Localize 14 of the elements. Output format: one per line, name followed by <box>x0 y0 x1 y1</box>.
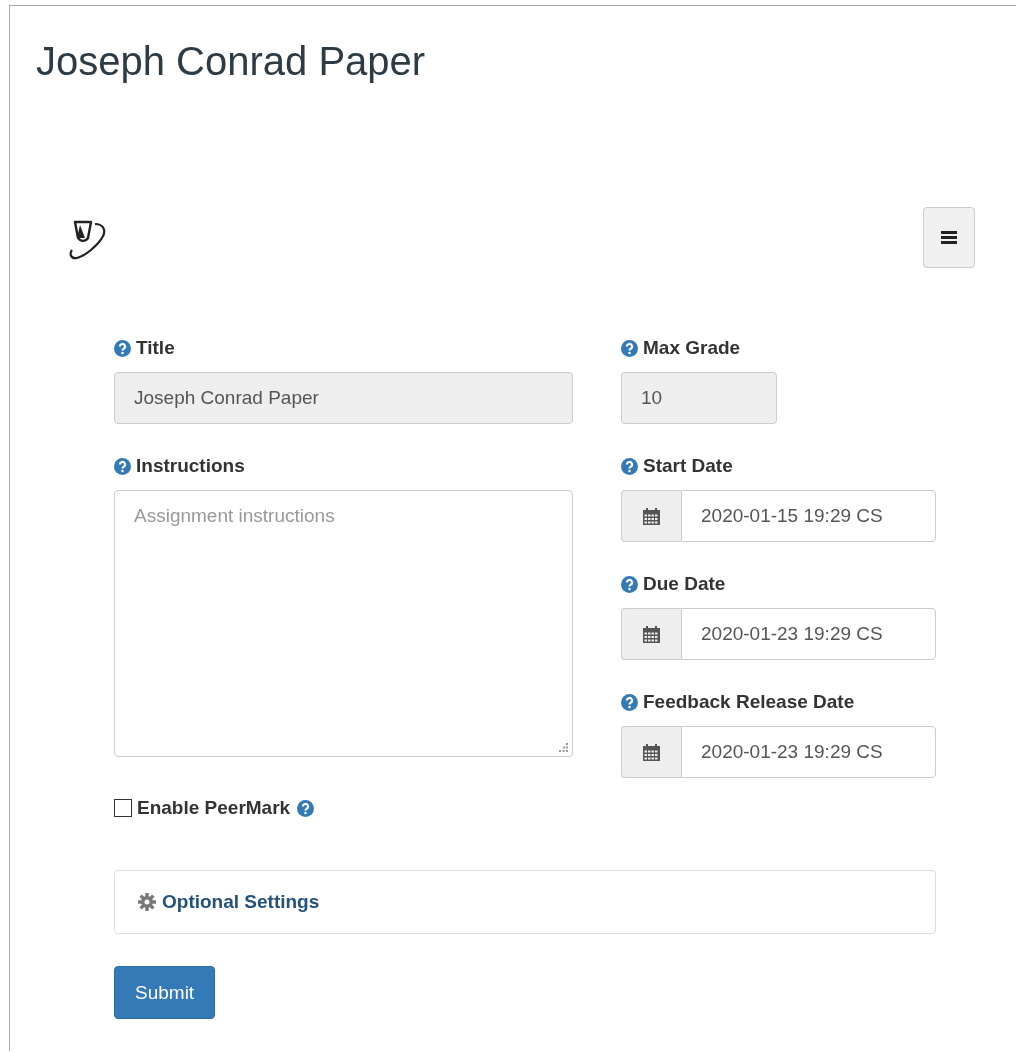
page-title: Joseph Conrad Paper <box>36 38 426 85</box>
checkbox-label[interactable]: Enable PeerMark <box>137 797 291 819</box>
date-field[interactable]: 2020-01-15 19:29 CS <box>681 490 936 542</box>
date-field[interactable]: 2020-01-23 19:29 CS <box>681 726 936 778</box>
field-label: Instructions <box>136 455 245 477</box>
submit-button[interactable]: Submit <box>114 966 216 1019</box>
optional-settings-link[interactable]: Optional Settings <box>162 891 320 913</box>
settings-panel[interactable]: Optional Settings <box>114 870 936 934</box>
field-label: Title <box>136 337 175 359</box>
field-label: Max Grade <box>643 337 741 359</box>
field-label: Due Date <box>643 573 726 595</box>
field-label: Start Date <box>643 455 733 477</box>
field-label: Feedback Release Date <box>643 691 855 713</box>
date-field[interactable]: 2020-01-23 19:29 CS <box>681 608 936 660</box>
